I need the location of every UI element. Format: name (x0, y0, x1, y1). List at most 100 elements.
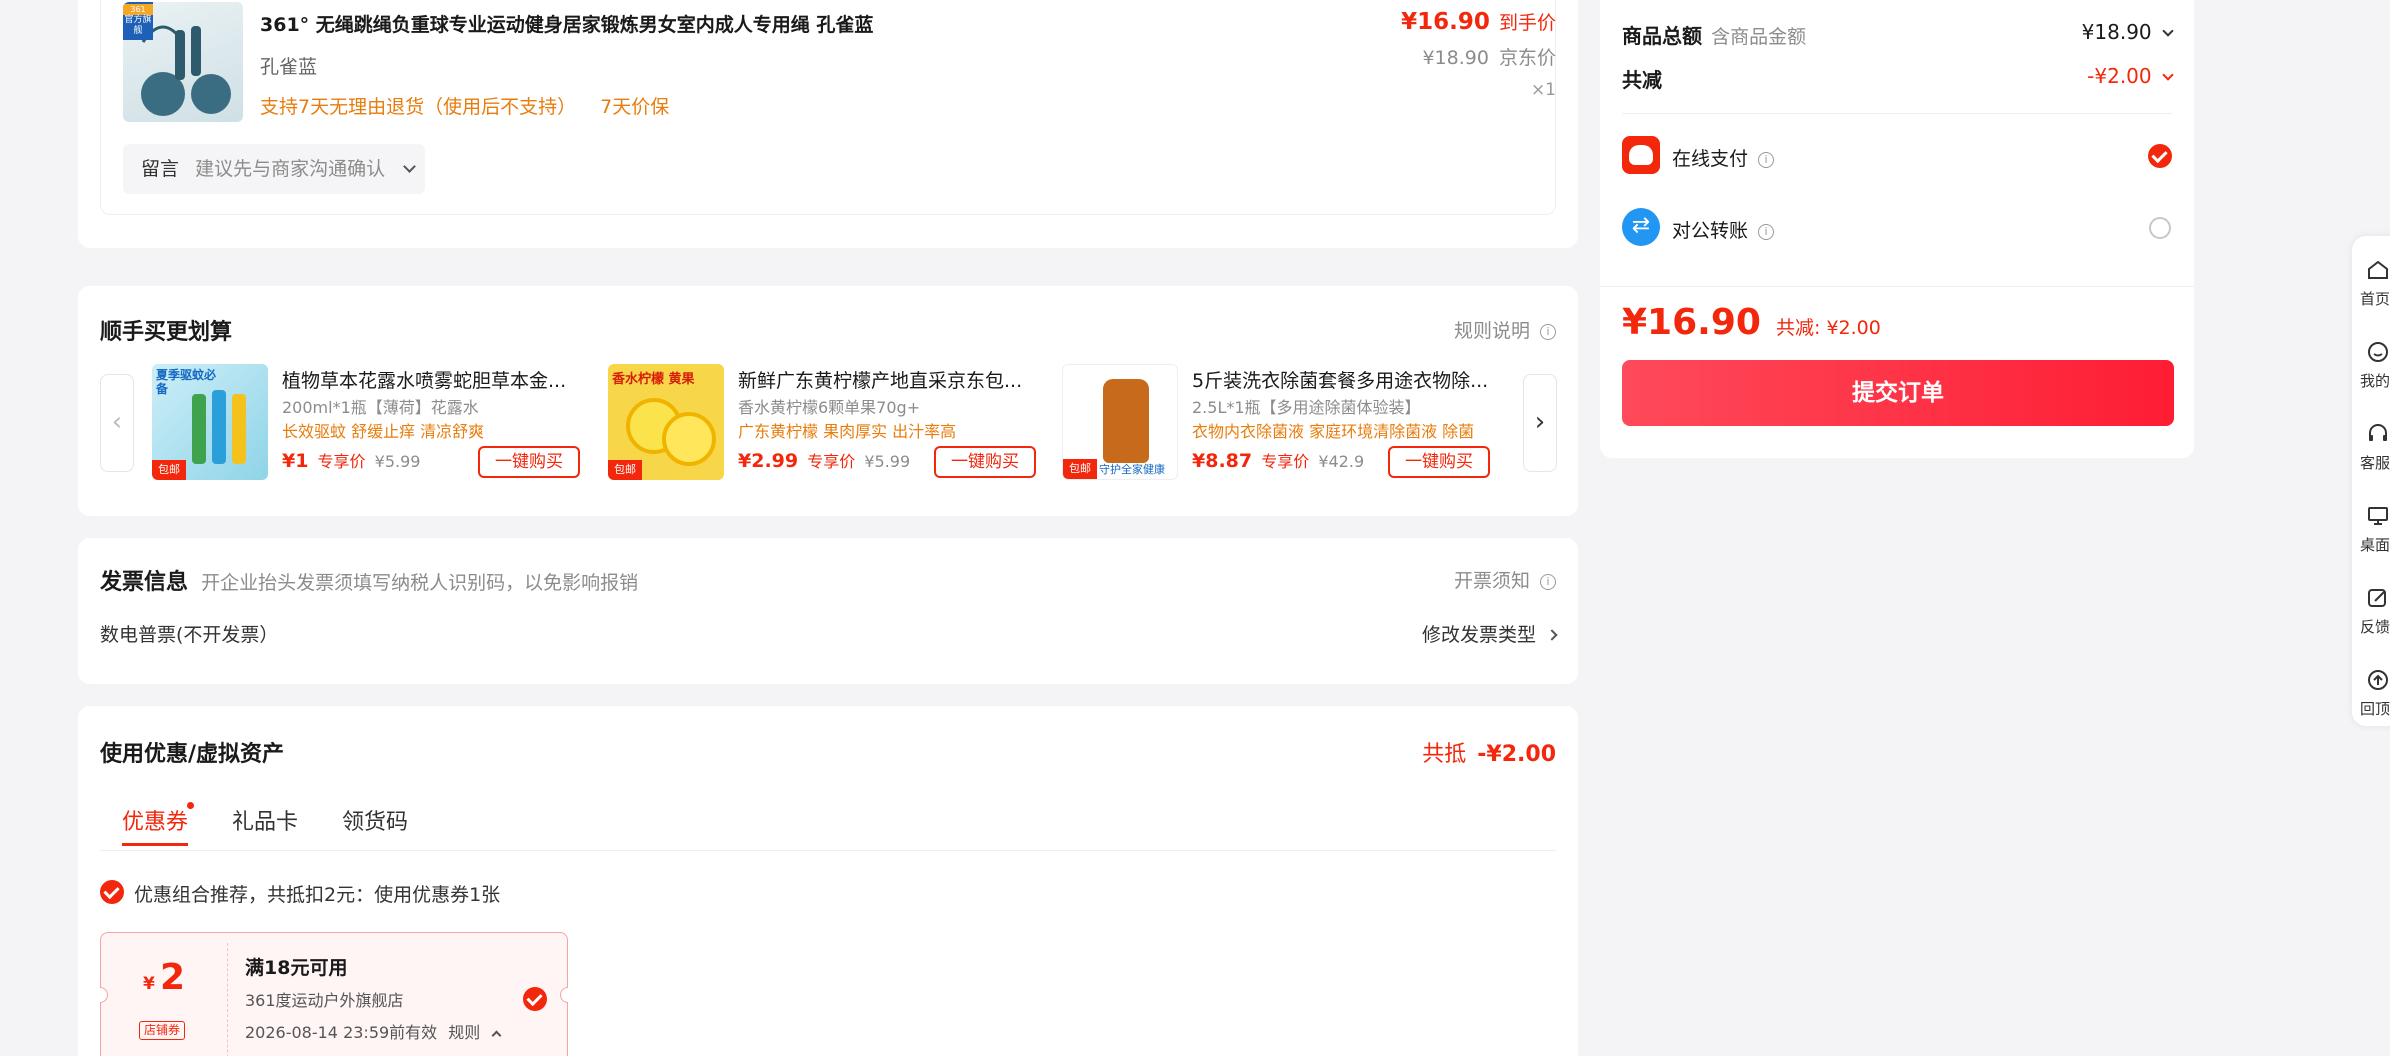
coupon-type-badge: 店铺券 (139, 1021, 186, 1040)
coupon-value: 2 (159, 957, 185, 998)
tab-pickup-code[interactable]: 领货码 (342, 804, 408, 836)
bundle-item-orig-price: ¥42.9 (1318, 452, 1365, 471)
tab-gift-card[interactable]: 礼品卡 (232, 804, 298, 836)
summary-card: 商品总额 含商品金额 ¥18.90 共减 -¥2.00 在线支付 i ⇄ 对公转… (1600, 0, 2194, 458)
discount-value-row[interactable]: -¥2.00 (2087, 64, 2174, 88)
bundle-item-image-text: 守护全家健康 (1099, 463, 1165, 476)
sidebar-item-home[interactable]: 首页 (2352, 248, 2390, 318)
jd-price-row: ¥18.90 京东价 (1401, 43, 1556, 70)
bundle-item-price: ¥2.99 (738, 450, 799, 472)
coupon-rules-link[interactable]: 规则 (448, 1023, 480, 1042)
lemon-shape (662, 412, 716, 466)
tab-coupons-label: 优惠券 (122, 810, 189, 835)
coupon-checkbox[interactable] (523, 987, 547, 1011)
price-block: ¥16.90 到手价 ¥18.90 京东价 ×1 (1401, 8, 1556, 100)
bundle-item-orig-price: ¥5.99 (864, 452, 911, 471)
bundle-card: 顺手买更划算 规则说明 i ‹ › 夏季驱蚊必备 包邮 植物草本花露水喷雾蛇胆草… (78, 286, 1578, 516)
free-shipping-badge: 包邮 (608, 460, 642, 480)
ticket-notch-right (560, 987, 568, 1003)
bundle-item-spec: 200ml*1瓶【薄荷】花露水 (282, 398, 479, 417)
transfer-pay-text: 对公转账 (1672, 220, 1749, 242)
carousel-next-button[interactable]: › (1523, 374, 1557, 472)
sidebar-item-desktop[interactable]: 桌面 (2352, 494, 2390, 564)
bundle-item-image: 香水柠檬 黄果 包邮 (608, 364, 724, 480)
sidebar-item-mine[interactable]: 我的 (2352, 330, 2390, 400)
bundle-item-tags: 长效驱蚊 舒缓止痒 清凉舒爽 (282, 422, 485, 441)
info-icon: i (1540, 323, 1556, 340)
bundle-rules-link[interactable]: 规则说明 i (1454, 316, 1556, 343)
change-invoice-label: 修改发票类型 (1421, 624, 1536, 646)
home-icon (2368, 260, 2388, 279)
bundle-title: 顺手买更划算 (100, 320, 233, 345)
bundle-item-name: 5斤装洗衣除菌套餐多用途衣物除... (1192, 370, 1489, 392)
online-pay-text: 在线支付 (1672, 148, 1749, 170)
bundle-item-price-row: ¥2.99 专享价 ¥5.99 (738, 448, 910, 472)
edit-icon (2368, 589, 2386, 607)
product-title[interactable]: 361° 无绳跳绳负重球专业运动健身居家锻炼男女室内成人专用绳 孔雀蓝 (260, 10, 873, 37)
jd-pay-icon (1622, 136, 1660, 174)
bundle-item[interactable]: 守护全家健康 包邮 5斤装洗衣除菌套餐多用途衣物除... 2.5L*1瓶【多用途… (1062, 364, 1502, 484)
bundle-item-orig-price: ¥5.99 (374, 452, 421, 471)
message-label: 留言 (141, 158, 180, 180)
message-placeholder: 建议先与商家沟通确认 (195, 158, 386, 180)
change-invoice-type-link[interactable]: 修改发票类型 (1421, 620, 1558, 647)
official-badge: 361 官方旗舰 (123, 2, 153, 40)
bundle-item[interactable]: 夏季驱蚊必备 包邮 植物草本花露水喷雾蛇胆草本金... 200ml*1瓶【薄荷】… (152, 364, 582, 484)
price-protect: 7天价保 (600, 96, 670, 118)
bundle-item[interactable]: 香水柠檬 黄果 包邮 新鲜广东黄柠檬产地直采京东包... 香水黄柠檬6颗单果70… (608, 364, 1038, 484)
coupon-title: 使用优惠/虚拟资产 (100, 742, 285, 767)
coupon-expire-row: 2026-08-14 23:59前有效 规则 (245, 1019, 502, 1043)
sidebar-label: 首页 (2360, 290, 2390, 308)
bundle-item-tags: 衣物内衣除菌液 家庭环境清除菌液 除菌 (1192, 422, 1475, 441)
chevron-down-icon (2162, 69, 2174, 81)
message-field[interactable]: 留言 建议先与商家沟通确认 (123, 144, 425, 194)
submit-order-button[interactable]: 提交订单 (1622, 360, 2174, 426)
carousel-prev-button[interactable]: ‹ (100, 374, 134, 472)
invoice-notice-link[interactable]: 开票须知 i (1454, 566, 1556, 593)
sidebar-item-feedback[interactable]: 反馈 (2352, 576, 2390, 646)
coupon-condition: 满18元可用 (245, 957, 348, 979)
floating-sidebar: 首页 我的 客服 桌面 反馈 回顶 (2352, 236, 2390, 726)
ticket-divider (227, 943, 228, 1056)
buy-now-button[interactable]: 一键购买 (478, 446, 580, 478)
bottle-shape (232, 394, 246, 464)
bottle-shape (192, 394, 206, 464)
tab-coupons[interactable]: 优惠券 (122, 802, 195, 846)
transfer-pay-option[interactable]: ⇄ 对公转账 i (1622, 200, 2172, 258)
product-image[interactable]: 361 官方旗舰 (123, 2, 243, 122)
bundle-item-price-tag: 专享价 (807, 452, 856, 471)
sidebar-item-back-to-top[interactable]: 回顶 (2352, 658, 2390, 728)
online-pay-radio[interactable] (2148, 144, 2172, 168)
sidebar-item-service[interactable]: 客服 (2352, 412, 2390, 482)
bundle-item-image-text: 香水柠檬 黄果 (612, 372, 695, 387)
transfer-pay-radio[interactable] (2149, 217, 2171, 239)
recommend-checkbox[interactable] (100, 880, 124, 904)
buy-now-button[interactable]: 一键购买 (934, 446, 1036, 478)
bundle-item-spec: 2.5L*1瓶【多用途除菌体验装】 (1192, 398, 1421, 417)
service-guarantee: 支持7天无理由退货（使用后不支持） 7天价保 (260, 92, 669, 119)
final-price-row: ¥16.90 到手价 (1401, 8, 1556, 35)
total-value-row[interactable]: ¥18.90 (2081, 20, 2174, 44)
monitor-icon (2368, 507, 2388, 525)
buy-now-button[interactable]: 一键购买 (1388, 446, 1490, 478)
coupon-ticket[interactable]: ¥ 2 店铺券 满18元可用 361度运动户外旗舰店 2026-08-14 23… (100, 932, 568, 1056)
invoice-type: 数电普票(不开发票） (100, 624, 279, 646)
coupon-total-value: -¥2.00 (1477, 742, 1556, 767)
bundle-item-price: ¥8.87 (1192, 450, 1253, 472)
arrow-up-circle-icon (2368, 670, 2388, 690)
recommend-text: 优惠组合推荐，共抵扣2元：使用优惠券1张 (134, 884, 501, 906)
free-shipping-badge: 包邮 (1063, 459, 1097, 479)
final-price: ¥16.90 (1622, 302, 1761, 343)
invoice-notice-label: 开票须知 (1453, 570, 1530, 592)
final-price-tag: 到手价 (1498, 12, 1556, 34)
chevron-down-icon (2162, 25, 2174, 37)
online-pay-option[interactable]: 在线支付 i (1622, 128, 2172, 186)
bundle-item-image-text: 夏季驱蚊必备 (156, 368, 217, 396)
summary-divider (1622, 113, 2172, 114)
info-icon: i (1540, 573, 1556, 590)
info-icon: i (1758, 223, 1775, 240)
invoice-hint: 开企业抬头发票须填写纳税人识别码，以免影响报销 (201, 572, 639, 594)
bundle-item-image: 夏季驱蚊必备 包邮 (152, 364, 268, 480)
total-value: ¥18.90 (2081, 20, 2152, 44)
bundle-item-price-row: ¥8.87 专享价 ¥42.9 (1192, 448, 1364, 472)
